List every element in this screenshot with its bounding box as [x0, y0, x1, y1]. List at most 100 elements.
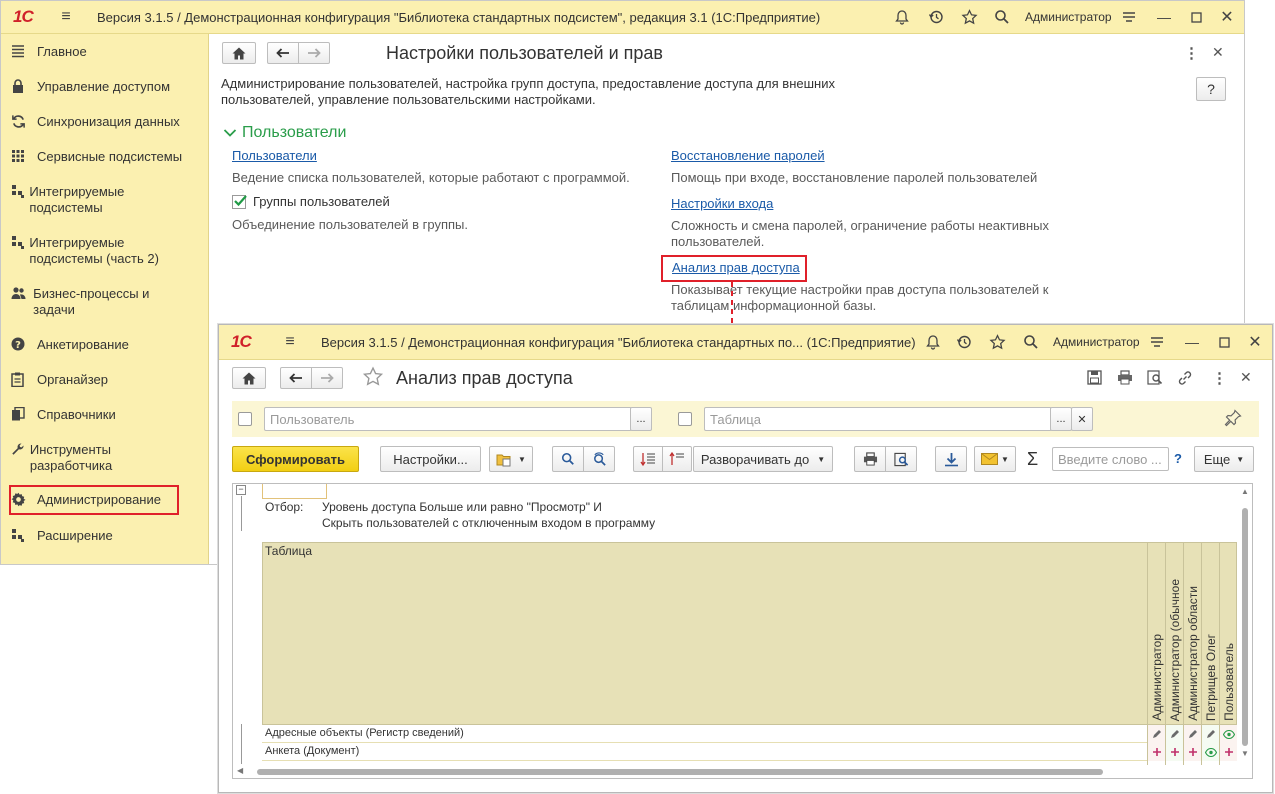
home-button[interactable] [222, 42, 256, 64]
sidebar-item-questionnaire[interactable]: ? Анкетирование [11, 337, 129, 353]
settings-menu-icon[interactable] [1116, 4, 1142, 30]
close-icon[interactable]: ✕ [1242, 329, 1268, 355]
user-filter-select-button[interactable]: ... [630, 407, 652, 431]
send-email-button[interactable]: ▼ [974, 446, 1016, 472]
horizontal-scrollbar[interactable]: ◀ [233, 765, 1237, 778]
sidebar-item-main[interactable]: Главное [11, 44, 87, 60]
vertical-scrollbar[interactable]: ▲ ▼ [1238, 484, 1252, 765]
table-filter-checkbox[interactable] [678, 412, 692, 426]
save-to-file-button[interactable] [935, 446, 967, 472]
settings-menu-icon[interactable] [1144, 329, 1170, 355]
sidebar-item-data-sync[interactable]: Синхронизация данных [11, 114, 180, 130]
main-menu-icon[interactable]: ≡ [53, 4, 79, 30]
save-icon[interactable] [1087, 370, 1102, 388]
maximize-icon[interactable] [1183, 4, 1209, 30]
more-actions-icon[interactable]: ⋮ [1212, 369, 1227, 387]
user-filter-input[interactable]: Пользователь [264, 407, 632, 431]
print-button[interactable] [854, 446, 886, 472]
pin-icon[interactable] [1224, 409, 1242, 430]
user-filter-checkbox[interactable] [238, 412, 252, 426]
more-actions-icon[interactable]: ⋮ [1184, 44, 1199, 62]
table-row[interactable]: Адресные объекты (Регистр сведений) [262, 725, 1237, 743]
settings-button[interactable]: Настройки... [380, 446, 481, 472]
sidebar-item-organizer[interactable]: Органайзер [11, 372, 108, 388]
user-groups-checkbox[interactable]: Группы пользователей [232, 194, 390, 209]
page-title: Анализ прав доступа [396, 368, 573, 388]
sidebar-item-integrated-subsystems[interactable]: Интегрируемые подсистемы [11, 184, 151, 216]
preview-icon[interactable] [1147, 370, 1163, 388]
scroll-up-icon[interactable]: ▲ [1241, 487, 1249, 496]
login-settings-link[interactable]: Настройки входа [671, 196, 773, 211]
favorites-star-icon[interactable] [956, 4, 982, 30]
page-description: Администрирование пользователей, настрой… [221, 76, 835, 107]
generate-button[interactable]: Сформировать [232, 446, 359, 472]
history-icon[interactable] [923, 4, 949, 30]
sidebar-item-developer-tools[interactable]: Инструменты разработчика [11, 442, 151, 474]
search-input[interactable]: Введите слово ... [1052, 447, 1169, 471]
scroll-left-icon[interactable]: ◀ [237, 766, 243, 775]
sidebar-item-access-control[interactable]: Управление доступом [11, 79, 170, 95]
user-column-label: Пользователь [1221, 643, 1236, 721]
maximize-icon[interactable] [1211, 329, 1237, 355]
current-user[interactable]: Администратор [1053, 335, 1140, 349]
group-line [241, 496, 242, 531]
back-button[interactable] [280, 367, 312, 389]
collapse-all-button[interactable] [662, 446, 692, 472]
report-area: − Отбор: Уровень доступа Больше или равн… [232, 483, 1253, 779]
close-page-icon[interactable]: ✕ [1212, 44, 1224, 61]
search-icon [561, 452, 574, 465]
forward-button[interactable] [298, 42, 330, 64]
expand-all-button[interactable] [633, 446, 663, 472]
table-filter-select-button[interactable]: ... [1050, 407, 1072, 431]
password-recovery-link[interactable]: Восстановление паролей [671, 148, 825, 163]
sum-icon[interactable]: Σ [1027, 449, 1038, 470]
close-icon[interactable]: ✕ [1214, 4, 1240, 30]
minimize-icon[interactable]: — [1151, 4, 1177, 30]
sidebar-item-catalogs[interactable]: Справочники [11, 407, 116, 423]
help-icon[interactable]: ? [1174, 451, 1182, 466]
print-icon[interactable] [1117, 370, 1133, 388]
sidebar-item-extension[interactable]: Расширение [11, 528, 113, 544]
notifications-icon[interactable] [889, 4, 915, 30]
table-filter-input[interactable]: Таблица [704, 407, 1052, 431]
forward-button[interactable] [311, 367, 343, 389]
scroll-thumb[interactable] [1242, 508, 1248, 746]
sidebar-item-integrated-subsystems-2[interactable]: Интегрируемые подсистемы (часть 2) [11, 235, 191, 267]
sidebar-item-label: Главное [37, 44, 87, 59]
expand-to-dropdown[interactable]: Разворачивать до ▼ [693, 446, 833, 472]
help-button[interactable]: ? [1196, 77, 1226, 101]
sidebar-item-business-processes[interactable]: Бизнес-процессы и задачи [11, 286, 171, 318]
history-icon[interactable] [951, 329, 977, 355]
add-to-favorites-icon[interactable] [362, 366, 384, 391]
main-menu-icon[interactable]: ≡ [277, 329, 303, 355]
table-filter-clear-button[interactable]: ✕ [1071, 407, 1093, 431]
pencil-icon [1165, 725, 1183, 743]
current-user[interactable]: Администратор [1025, 10, 1112, 24]
preview-button[interactable] [885, 446, 917, 472]
users-description: Ведение списка пользователей, которые ра… [232, 170, 630, 185]
table-row[interactable]: Анкета (Документ) [262, 743, 1237, 761]
group-collapse-icon[interactable]: − [236, 485, 246, 495]
close-form-icon[interactable]: ✕ [1240, 369, 1252, 386]
section-title: Пользователи [242, 124, 347, 141]
search-icon[interactable] [989, 4, 1015, 30]
sidebar-item-label: Анкетирование [37, 337, 129, 352]
minimize-icon[interactable]: — [1179, 329, 1205, 355]
report-variants-button[interactable]: ▼ [489, 446, 533, 472]
more-button[interactable]: Еще ▼ [1194, 446, 1254, 472]
scroll-thumb[interactable] [257, 769, 1103, 775]
find-next-button[interactable] [583, 446, 615, 472]
home-button[interactable] [232, 367, 266, 389]
back-button[interactable] [267, 42, 299, 64]
find-button[interactable] [552, 446, 584, 472]
link-icon[interactable] [1177, 370, 1193, 389]
notifications-icon[interactable] [920, 329, 946, 355]
users-link[interactable]: Пользователи [232, 148, 317, 163]
users-section-header[interactable]: Пользователи [223, 124, 346, 142]
sidebar-item-service-subsystems[interactable]: Сервисные подсистемы [11, 149, 182, 165]
favorites-star-icon[interactable] [984, 329, 1010, 355]
main-titlebar: 1С ≡ Версия 3.1.5 / Демонстрационная кон… [1, 1, 1244, 34]
search-icon[interactable] [1018, 329, 1044, 355]
scroll-down-icon[interactable]: ▼ [1241, 749, 1249, 758]
row-table-name: Адресные объекты (Регистр сведений) [265, 727, 464, 739]
